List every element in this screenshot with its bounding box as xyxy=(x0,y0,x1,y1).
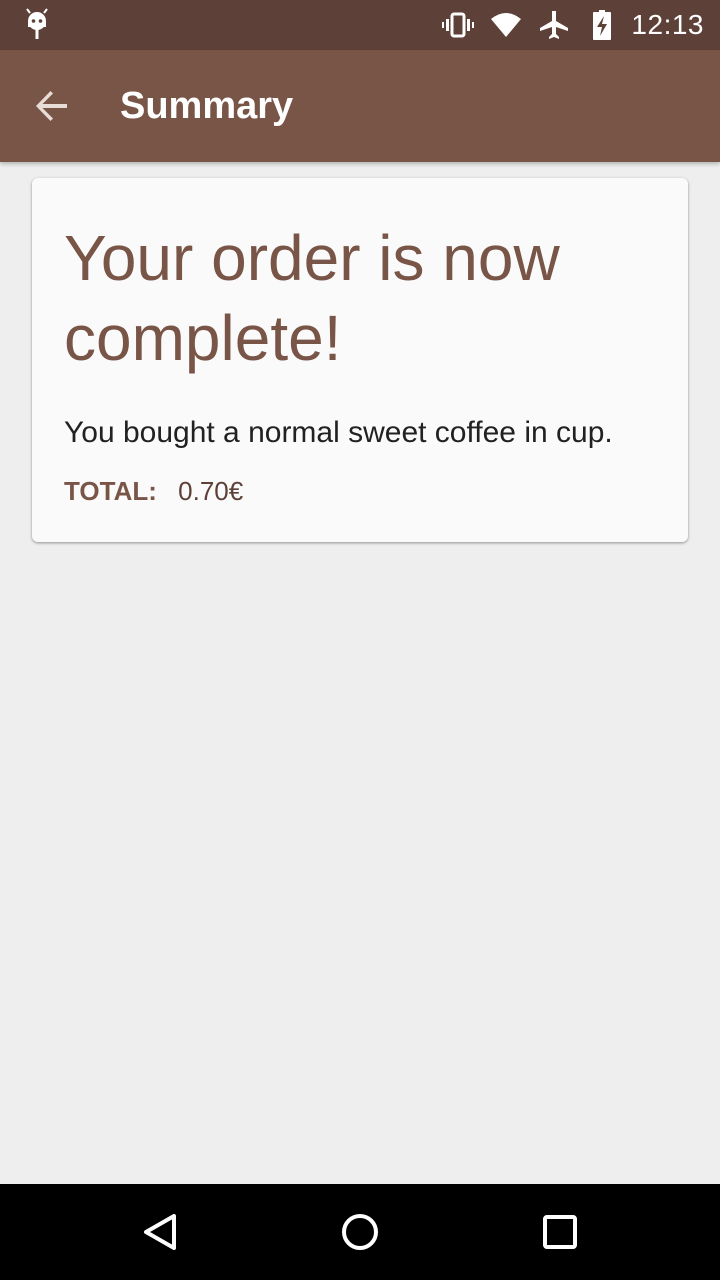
order-headline: Your order is now complete! xyxy=(64,222,560,374)
arrow-back-icon xyxy=(36,91,67,121)
home-circle-icon xyxy=(342,1214,378,1250)
airplane-mode-icon xyxy=(537,8,571,42)
total-row: TOTAL: 0.70€ xyxy=(64,476,243,507)
total-label: TOTAL: xyxy=(64,476,157,506)
order-message: You bought a normal sweet coffee in cup. xyxy=(64,416,613,449)
back-button[interactable] xyxy=(24,78,80,134)
nav-back-button[interactable] xyxy=(136,1208,184,1256)
status-bar: 12:13 xyxy=(0,0,720,50)
navigation-bar xyxy=(0,1184,720,1280)
back-triangle-icon xyxy=(144,1214,176,1250)
status-icons: 12:13 xyxy=(427,0,704,50)
total-value: 0.70€ xyxy=(178,476,244,506)
recents-square-icon xyxy=(543,1215,577,1249)
app-bar: Summary xyxy=(0,50,720,162)
battery-charging-icon xyxy=(585,8,619,42)
nav-home-button[interactable] xyxy=(336,1208,384,1256)
android-debug-icon xyxy=(22,8,52,42)
vibrate-icon xyxy=(441,8,475,42)
status-time: 12:13 xyxy=(631,9,704,40)
page-title: Summary xyxy=(120,85,294,127)
wifi-icon xyxy=(489,8,523,42)
nav-recents-button[interactable] xyxy=(536,1208,584,1256)
